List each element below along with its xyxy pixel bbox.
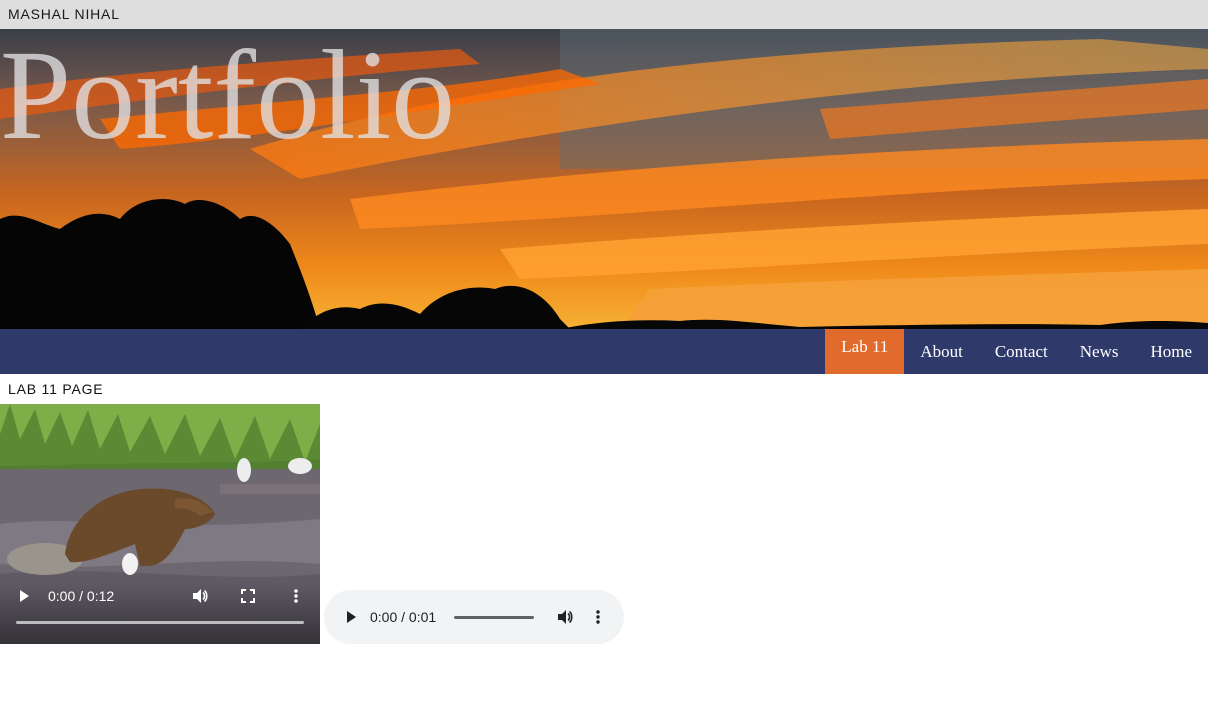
- nav-item-lab-11[interactable]: Lab 11: [825, 329, 905, 374]
- audio-progress-bar[interactable]: [454, 616, 534, 619]
- audio-play-icon[interactable]: [343, 609, 359, 625]
- audio-player[interactable]: 0:00 / 0:01: [324, 590, 624, 644]
- audio-more-options-icon[interactable]: [590, 609, 606, 625]
- video-progress-bar[interactable]: [16, 621, 304, 624]
- nav-item-news[interactable]: News: [1064, 329, 1135, 374]
- audio-volume-icon[interactable]: [556, 608, 574, 626]
- main-navbar: Lab 11 About Contact News Home: [0, 329, 1208, 374]
- audio-time: 0:00 / 0:01: [370, 609, 437, 625]
- nav-item-about[interactable]: About: [904, 329, 979, 374]
- video-time: 0:00 / 0:12: [48, 588, 115, 604]
- site-name: MASHAL NIHAL: [8, 6, 120, 22]
- video-more-options-icon[interactable]: [288, 588, 304, 604]
- video-volume-icon[interactable]: [191, 587, 209, 605]
- hero-banner: Portfolio: [0, 29, 1208, 329]
- video-play-icon[interactable]: [16, 588, 32, 604]
- top-bar: MASHAL NIHAL: [0, 0, 1208, 29]
- hero-title: Portfolio: [0, 29, 456, 166]
- nav-item-contact[interactable]: Contact: [979, 329, 1064, 374]
- fullscreen-icon[interactable]: [240, 588, 256, 604]
- page-heading: LAB 11 PAGE: [8, 381, 104, 397]
- video-player[interactable]: 0:00 / 0:12: [0, 404, 320, 644]
- nav-item-home[interactable]: Home: [1134, 329, 1208, 374]
- nav-list: Lab 11 About Contact News Home: [825, 329, 1208, 374]
